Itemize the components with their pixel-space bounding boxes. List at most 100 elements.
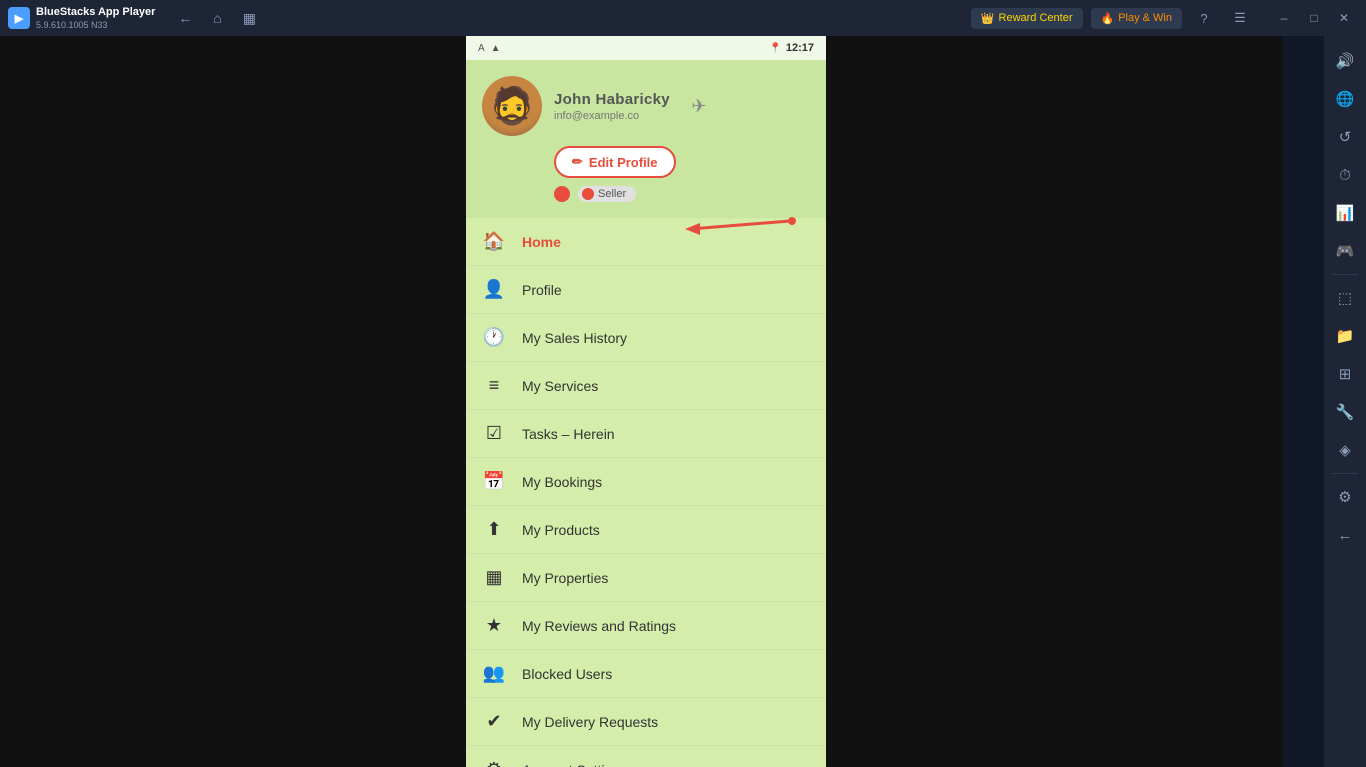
- sales-history-icon: 🕐: [482, 327, 506, 348]
- seller-dot: [554, 186, 570, 202]
- menu-item-products[interactable]: ⬆My Products: [466, 506, 826, 554]
- status-icon-a: A: [478, 43, 485, 54]
- avatar-face: 🧔: [482, 76, 542, 136]
- menu-label-profile: Profile: [522, 282, 562, 298]
- rs-settings-button[interactable]: ⚙: [1328, 480, 1362, 514]
- maximize-button[interactable]: □: [1300, 4, 1328, 32]
- rs-fullscreen-button[interactable]: ⬚: [1328, 281, 1362, 315]
- bs-version: 5.9.610.1005 N33: [36, 20, 155, 30]
- menu-label-properties: My Properties: [522, 570, 608, 586]
- rs-folder-button[interactable]: 📁: [1328, 319, 1362, 353]
- tasks-icon: ☑: [482, 423, 506, 444]
- menu-item-blocked[interactable]: 👥 Blocked Users: [466, 650, 826, 698]
- menu-item-home[interactable]: 🏠Home: [466, 218, 826, 266]
- menu-label-sales-history: My Sales History: [522, 330, 627, 346]
- menu-item-profile[interactable]: 👤Profile: [466, 266, 826, 314]
- fullscreen-icon: ⬚: [1338, 289, 1352, 307]
- bluestacks-titlebar: ▶ BlueStacks App Player 5.9.610.1005 N33…: [0, 0, 1366, 36]
- rs-back-button[interactable]: ←: [1328, 518, 1362, 552]
- profile-row: 🧔 John Habaricky info@example.co ✈: [482, 76, 716, 136]
- minimize-button[interactable]: –: [1270, 4, 1298, 32]
- rs-rotate-button[interactable]: ↺: [1328, 120, 1362, 154]
- status-left: A ▲: [478, 43, 501, 54]
- gamepad-icon: 🎮: [1336, 242, 1355, 260]
- blocked-icon: 👥: [482, 663, 506, 684]
- crown-icon: 👑: [981, 12, 995, 25]
- grid-icon: ⊞: [1339, 365, 1352, 383]
- profile-email: info@example.co: [554, 110, 670, 122]
- help-button[interactable]: ?: [1190, 4, 1218, 32]
- main-area: A ▲ 📍 12:17 🧔 John Habaricky info@exampl…: [0, 36, 1324, 767]
- send-icon: ✈: [691, 96, 706, 117]
- menu-item-reviews[interactable]: ★ My Reviews and Ratings: [466, 602, 826, 650]
- status-time: 12:17: [786, 42, 814, 54]
- settings-icon: ⚙: [482, 759, 506, 767]
- menu-item-properties[interactable]: ▦ My Properties: [466, 554, 826, 602]
- phone-screen: A ▲ 📍 12:17 🧔 John Habaricky info@exampl…: [466, 36, 826, 767]
- right-sidebar: 🔊 🌐 ↺ ⏱ 📊 🎮 ⬚ 📁 ⊞ 🔧 ◈ ⚙ ←: [1324, 36, 1366, 767]
- rs-volume-button[interactable]: 🔊: [1328, 44, 1362, 78]
- menu-list: 🏠Home👤Profile 🕐 My Sales History ≡My Servic…: [466, 218, 826, 767]
- menu-item-tasks[interactable]: ☑ Tasks – Herein: [466, 410, 826, 458]
- menu-item-bookings[interactable]: 📅My Bookings: [466, 458, 826, 506]
- settings-icon: ⚙: [1338, 488, 1351, 506]
- performance-icon: 📊: [1336, 204, 1355, 222]
- menu-label-bookings: My Bookings: [522, 474, 602, 490]
- bluestacks-logo: ▶ BlueStacks App Player 5.9.610.1005 N33: [8, 6, 155, 29]
- rs-tools-button[interactable]: 🔧: [1328, 395, 1362, 429]
- home-nav-button[interactable]: ⌂: [203, 4, 231, 32]
- tools-icon: 🔧: [1336, 403, 1355, 421]
- rs-timer-button[interactable]: ⏱: [1328, 158, 1362, 192]
- close-button[interactable]: ✕: [1330, 4, 1358, 32]
- edit-icon: ✏: [572, 154, 583, 170]
- rs-diamond-button[interactable]: ◈: [1328, 433, 1362, 467]
- location-icon: 📍: [769, 43, 781, 54]
- back-nav-button[interactable]: ←: [171, 4, 199, 32]
- menu-item-delivery[interactable]: ✔ My Delivery Requests: [466, 698, 826, 746]
- avatar: 🧔: [482, 76, 542, 136]
- properties-icon: ▦: [482, 567, 506, 588]
- menu-label-reviews: My Reviews and Ratings: [522, 618, 676, 634]
- reviews-icon: ★: [482, 615, 506, 636]
- rs-performance-button[interactable]: 📊: [1328, 196, 1362, 230]
- status-bar: A ▲ 📍 12:17: [466, 36, 826, 60]
- menu-label-delivery: My Delivery Requests: [522, 714, 658, 730]
- rs-gamepad-button[interactable]: 🎮: [1328, 234, 1362, 268]
- right-panel-bg: [826, 36, 1282, 767]
- seller-toggle-row: Seller: [554, 186, 636, 202]
- home-icon: 🏠: [482, 231, 506, 252]
- delivery-icon: ✔: [482, 711, 506, 732]
- menu-label-blocked: Blocked Users: [522, 666, 612, 682]
- fire-icon: 🔥: [1101, 12, 1115, 25]
- profile-info: John Habaricky info@example.co: [554, 91, 670, 122]
- products-icon: ⬆: [482, 519, 506, 540]
- reward-center-button[interactable]: 👑 Reward Center: [971, 8, 1083, 29]
- bs-nav-buttons: ← ⌂ ▦: [171, 4, 263, 32]
- multiwindow-nav-button[interactable]: ▦: [235, 4, 263, 32]
- bs-logo-icon: ▶: [8, 7, 30, 29]
- bs-right-buttons: 👑 Reward Center 🔥 Play & Win ? ☰ – □ ✕: [971, 4, 1358, 32]
- bs-app-name: BlueStacks App Player: [36, 6, 155, 19]
- menu-label-services: My Services: [522, 378, 598, 394]
- hamburger-button[interactable]: ☰: [1226, 4, 1254, 32]
- menu-label-tasks: Tasks – Herein: [522, 426, 615, 442]
- seller-toggle-button[interactable]: Seller: [578, 186, 636, 202]
- play-win-button[interactable]: 🔥 Play & Win: [1091, 8, 1183, 29]
- menu-item-services[interactable]: ≡My Services: [466, 362, 826, 410]
- edit-profile-button[interactable]: ✏ Edit Profile: [554, 146, 676, 178]
- status-icons: 📍 12:17: [769, 42, 814, 54]
- timer-icon: ⏱: [1339, 167, 1351, 184]
- profile-section: 🧔 John Habaricky info@example.co ✈ ✏ Edi…: [466, 60, 826, 218]
- black-left-bg: [0, 36, 466, 767]
- rs-grid-button[interactable]: ⊞: [1328, 357, 1362, 391]
- folder-icon: 📁: [1336, 327, 1355, 345]
- menu-item-settings[interactable]: ⚙Account Settings: [466, 746, 826, 767]
- profile-name: John Habaricky: [554, 91, 670, 108]
- window-controls: – □ ✕: [1270, 4, 1358, 32]
- send-message-button[interactable]: ✈: [682, 89, 716, 123]
- volume-icon: 🔊: [1336, 52, 1355, 70]
- rs-globe-button[interactable]: 🌐: [1328, 82, 1362, 116]
- back-icon: ←: [1338, 527, 1353, 544]
- status-icon-b: ▲: [491, 43, 501, 54]
- menu-item-sales-history[interactable]: 🕐 My Sales History: [466, 314, 826, 362]
